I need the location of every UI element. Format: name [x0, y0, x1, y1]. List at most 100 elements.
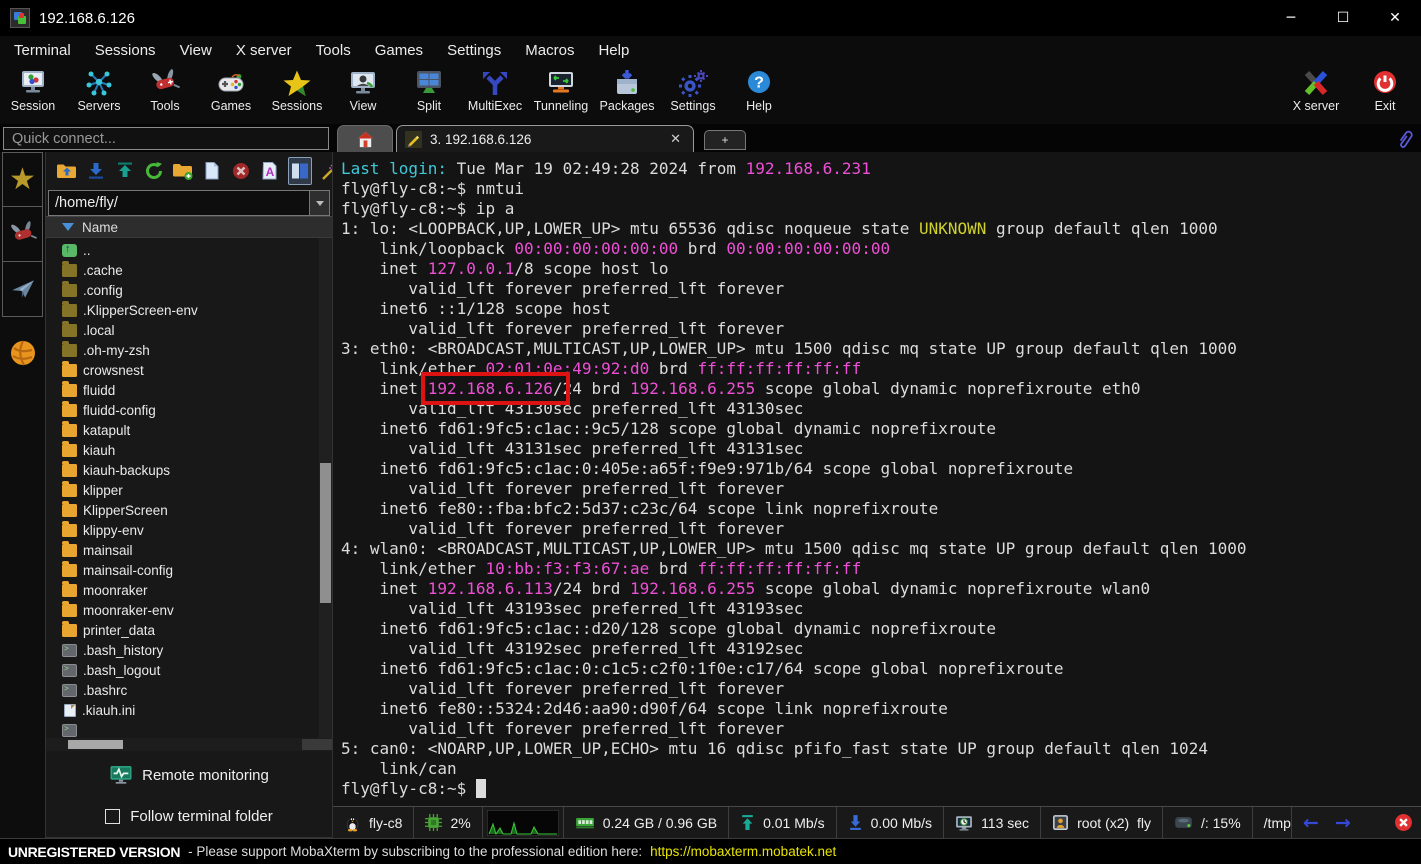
quick-connect-input[interactable] — [3, 127, 329, 150]
list-item[interactable]: .. — [46, 240, 332, 260]
file-name: .local — [83, 323, 115, 338]
go-up-folder-icon[interactable] — [56, 157, 78, 185]
list-item[interactable]: crowsnest — [46, 360, 332, 380]
new-folder-icon[interactable] — [172, 157, 194, 185]
menu-settings[interactable]: Settings — [435, 39, 513, 62]
menu-view[interactable]: View — [168, 39, 224, 62]
list-item[interactable]: .oh-my-zsh — [46, 340, 332, 360]
list-item[interactable]: .cache — [46, 260, 332, 280]
list-item[interactable]: fluidd — [46, 380, 332, 400]
forward-arrow-icon[interactable]: → — [1335, 812, 1351, 834]
dual-pane-icon[interactable] — [288, 157, 312, 185]
split-button[interactable]: Split — [396, 66, 462, 113]
list-item[interactable]: .kiauh.ini — [46, 700, 332, 720]
path-input[interactable] — [48, 190, 310, 216]
list-item[interactable]: klippy-env — [46, 520, 332, 540]
tab-home[interactable] — [337, 125, 393, 152]
follow-terminal-folder-option[interactable]: Follow terminal folder — [105, 808, 273, 825]
name-column-header[interactable]: Name — [46, 216, 332, 238]
session-icon — [17, 69, 49, 97]
games-button[interactable]: Games — [198, 66, 264, 113]
new-file-icon[interactable] — [201, 157, 223, 185]
list-item[interactable]: moonraker — [46, 580, 332, 600]
download-icon[interactable] — [85, 157, 107, 185]
hscroll-thumb[interactable] — [68, 740, 123, 749]
menu-help[interactable]: Help — [586, 39, 641, 62]
globe-icon[interactable] — [9, 339, 37, 367]
menu-games[interactable]: Games — [363, 39, 435, 62]
list-item[interactable]: kiauh-backups — [46, 460, 332, 480]
list-item[interactable]: .bash_history — [46, 640, 332, 660]
sftp-tab[interactable] — [2, 262, 43, 317]
servers-button[interactable]: Servers — [66, 66, 132, 113]
remote-monitoring-button[interactable]: Remote monitoring — [109, 765, 269, 786]
file-name: .bashrc — [83, 683, 127, 698]
menu-x-server[interactable]: X server — [224, 39, 304, 62]
menu-macros[interactable]: Macros — [513, 39, 586, 62]
refresh-icon[interactable] — [143, 157, 165, 185]
cpu-graph — [487, 810, 559, 836]
favorites-tab[interactable]: ★ — [2, 152, 43, 207]
tools-button[interactable]: Tools — [132, 66, 198, 113]
file-name: .oh-my-zsh — [83, 343, 150, 358]
tab-session-active[interactable]: 3. 192.168.6.126 ✕ — [396, 125, 694, 152]
attachments-paperclip-icon[interactable] — [1395, 129, 1415, 149]
title-bar: 192.168.6.126 ─ ☐ ✕ — [0, 0, 1421, 36]
sessions-button[interactable]: Sessions — [264, 66, 330, 113]
multiexec-button[interactable]: MultiExec — [462, 66, 528, 113]
list-item[interactable] — [46, 720, 332, 738]
wand-icon[interactable] — [319, 157, 332, 185]
list-item[interactable]: KlipperScreen — [46, 500, 332, 520]
users-segment: root (x2) fly — [1041, 807, 1163, 838]
list-item[interactable]: .bash_logout — [46, 660, 332, 680]
tools-tab[interactable] — [2, 207, 43, 262]
folder-icon — [62, 504, 77, 517]
packages-button[interactable]: Packages — [594, 66, 660, 113]
menu-tools[interactable]: Tools — [304, 39, 363, 62]
list-item[interactable]: fluidd-config — [46, 400, 332, 420]
tab-close-icon[interactable]: ✕ — [666, 131, 685, 147]
delete-icon[interactable] — [230, 157, 252, 185]
horizontal-scrollbar[interactable] — [46, 738, 332, 751]
file-list-scrollbar[interactable] — [319, 238, 332, 738]
list-item[interactable]: mainsail-config — [46, 560, 332, 580]
cpu-graph-segment — [483, 807, 564, 838]
x-server-button[interactable]: X server — [1277, 66, 1355, 113]
tunneling-button[interactable]: Tunneling — [528, 66, 594, 113]
list-item[interactable]: moonraker-env — [46, 600, 332, 620]
ram-segment: 0.24 GB / 0.96 GB — [564, 807, 729, 838]
list-item[interactable]: .bashrc — [46, 680, 332, 700]
close-button[interactable]: ✕ — [1369, 0, 1421, 36]
follow-terminal-checkbox[interactable] — [105, 809, 120, 824]
menu-terminal[interactable]: Terminal — [2, 39, 83, 62]
disk-icon — [1174, 815, 1193, 830]
scrollbar-thumb[interactable] — [320, 463, 331, 603]
settings-button[interactable]: Settings — [660, 66, 726, 113]
upload-icon[interactable] — [114, 157, 136, 185]
exit-button[interactable]: Exit — [1355, 66, 1415, 113]
session-button[interactable]: Session — [0, 66, 66, 113]
minimize-button[interactable]: ─ — [1265, 0, 1317, 36]
view-button[interactable]: View — [330, 66, 396, 113]
footer-link[interactable]: https://mobaxterm.mobatek.net — [650, 844, 836, 859]
footer-message: - Please support MobaXterm by subscribin… — [188, 844, 642, 859]
list-item[interactable]: kiauh — [46, 440, 332, 460]
list-item[interactable]: .local — [46, 320, 332, 340]
file-list[interactable]: ...cache.config.KlipperScreen-env .local.… — [46, 238, 332, 738]
list-item[interactable]: mainsail — [46, 540, 332, 560]
list-item[interactable]: .config — [46, 280, 332, 300]
help-button[interactable]: ? Help — [726, 66, 792, 113]
new-tab-button[interactable]: + — [704, 130, 746, 150]
back-arrow-icon[interactable]: ← — [1303, 812, 1319, 834]
folder-icon — [62, 384, 77, 397]
close-session-icon[interactable] — [1394, 813, 1413, 832]
menu-sessions[interactable]: Sessions — [83, 39, 168, 62]
terminal-output[interactable]: Last login: Tue Mar 19 02:49:28 2024 fro… — [333, 152, 1421, 806]
path-dropdown-button[interactable] — [310, 190, 330, 216]
maximize-button[interactable]: ☐ — [1317, 0, 1369, 36]
list-item[interactable]: klipper — [46, 480, 332, 500]
list-item[interactable]: .KlipperScreen-env — [46, 300, 332, 320]
list-item[interactable]: printer_data — [46, 620, 332, 640]
list-item[interactable]: katapult — [46, 420, 332, 440]
rename-icon[interactable]: A — [259, 157, 281, 185]
